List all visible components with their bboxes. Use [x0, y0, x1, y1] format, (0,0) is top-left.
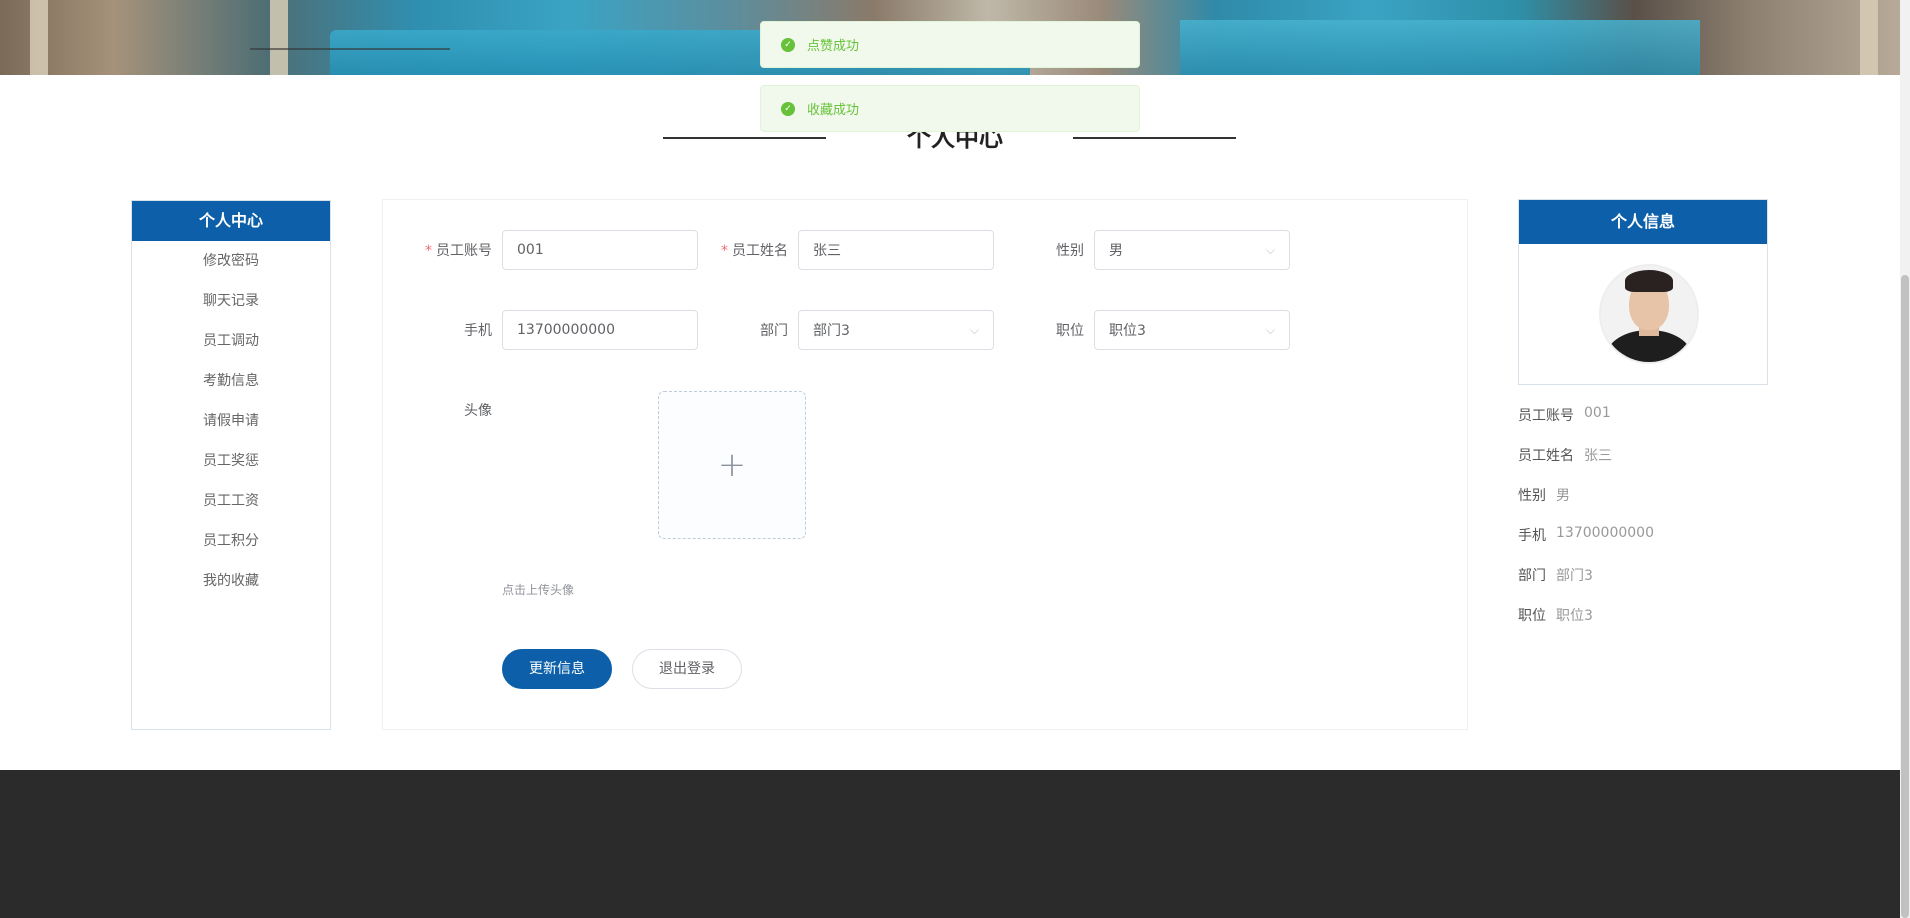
- name-field: * 员工姓名 张三: [716, 230, 994, 270]
- position-select[interactable]: 职位3 ⌵: [1094, 310, 1290, 350]
- page: ✓ 点赞成功 ✓ 收藏成功 个人中心 个人中心 修改密码 聊天记录 员工调动 考…: [0, 0, 1910, 918]
- info-row-phone: 手机 13700000000: [1518, 525, 1654, 545]
- dept-field: 部门 部门3 ⌵: [716, 310, 994, 350]
- banner-column: [1860, 0, 1878, 75]
- info-key: 部门: [1518, 568, 1546, 584]
- account-field: * 员工账号 001: [420, 230, 698, 270]
- dept-select-value: 部门3: [813, 323, 850, 339]
- avatar: [1601, 266, 1697, 362]
- menu-item-change-password[interactable]: 修改密码: [132, 249, 330, 289]
- menu-item-transfer[interactable]: 员工调动: [132, 329, 330, 369]
- check-circle-icon: ✓: [781, 37, 795, 52]
- title-line-left: [663, 137, 826, 139]
- dept-label: 部门: [760, 323, 788, 339]
- info-row-position: 职位 职位3: [1518, 605, 1593, 625]
- phone-field: 手机 13700000000: [420, 310, 698, 350]
- banner-column: [30, 0, 48, 75]
- update-info-button[interactable]: 更新信息: [502, 649, 612, 689]
- info-row-account: 员工账号 001: [1518, 405, 1611, 425]
- info-key: 员工姓名: [1518, 448, 1574, 464]
- menu-item-points[interactable]: 员工积分: [132, 529, 330, 569]
- toast-message: 点赞成功: [807, 39, 860, 54]
- logout-button[interactable]: 退出登录: [632, 649, 742, 689]
- menu-item-chat-history[interactable]: 聊天记录: [132, 289, 330, 329]
- title-line-right: [1073, 137, 1236, 139]
- name-label: * 员工姓名: [721, 243, 788, 259]
- gender-select[interactable]: 男 ⌵: [1094, 230, 1290, 270]
- phone-input[interactable]: 13700000000: [502, 310, 698, 350]
- avatar-label: 头像: [464, 403, 492, 419]
- banner-column: [270, 0, 288, 75]
- left-menu-title: 个人中心: [132, 201, 330, 241]
- info-key: 员工账号: [1518, 408, 1574, 424]
- chevron-down-icon: ⌵: [1265, 242, 1275, 257]
- menu-item-salary[interactable]: 员工工资: [132, 489, 330, 529]
- info-row-name: 员工姓名 张三: [1518, 445, 1612, 465]
- plus-icon: +: [717, 445, 747, 485]
- info-key: 职位: [1518, 608, 1546, 624]
- upload-hint: 点击上传头像: [502, 583, 575, 597]
- info-value: 职位3: [1556, 608, 1593, 624]
- account-label: * 员工账号: [425, 243, 492, 259]
- chevron-down-icon: ⌵: [1265, 322, 1275, 337]
- toast-like-success: ✓ 点赞成功: [760, 21, 1140, 68]
- info-key: 性别: [1518, 488, 1546, 504]
- phone-label: 手机: [464, 323, 492, 339]
- info-panel-title: 个人信息: [1519, 200, 1767, 244]
- toast-message: 收藏成功: [807, 103, 860, 118]
- scrollbar-thumb[interactable]: [1901, 275, 1909, 918]
- check-circle-icon: ✓: [781, 101, 795, 116]
- toast-favorite-success: ✓ 收藏成功: [760, 85, 1140, 132]
- avatar-upload[interactable]: +: [658, 391, 806, 539]
- info-value: 部门3: [1556, 568, 1593, 584]
- info-row-gender: 性别 男: [1518, 485, 1570, 505]
- info-value: 男: [1556, 488, 1570, 504]
- position-field: 职位 职位3 ⌵: [1012, 310, 1290, 350]
- gender-label: 性别: [1056, 243, 1084, 259]
- dept-select[interactable]: 部门3 ⌵: [798, 310, 994, 350]
- chevron-down-icon: ⌵: [969, 322, 979, 337]
- info-key: 手机: [1518, 528, 1546, 544]
- position-label: 职位: [1056, 323, 1084, 339]
- banner-railing: [250, 48, 450, 50]
- footer: [0, 770, 1900, 918]
- position-select-value: 职位3: [1109, 323, 1146, 339]
- account-input[interactable]: 001: [502, 230, 698, 270]
- info-panel: 个人信息: [1518, 199, 1768, 385]
- gender-select-value: 男: [1109, 243, 1123, 259]
- left-menu-list: 修改密码 聊天记录 员工调动 考勤信息 请假申请 员工奖惩 员工工资 员工积分 …: [132, 241, 330, 609]
- banner-pool-right: [1180, 20, 1700, 75]
- menu-item-attendance[interactable]: 考勤信息: [132, 369, 330, 409]
- info-value: 张三: [1584, 448, 1612, 464]
- info-value: 13700000000: [1556, 525, 1654, 541]
- left-menu: 个人中心 修改密码 聊天记录 员工调动 考勤信息 请假申请 员工奖惩 员工工资 …: [131, 200, 331, 730]
- menu-item-rewards[interactable]: 员工奖惩: [132, 449, 330, 489]
- info-row-dept: 部门 部门3: [1518, 565, 1593, 585]
- info-value: 001: [1584, 405, 1611, 421]
- gender-field: 性别 男 ⌵: [1012, 230, 1290, 270]
- name-input[interactable]: 张三: [798, 230, 994, 270]
- avatar-hair: [1625, 270, 1673, 292]
- menu-item-favorites[interactable]: 我的收藏: [132, 569, 330, 609]
- menu-item-leave[interactable]: 请假申请: [132, 409, 330, 449]
- page-scrollbar[interactable]: [1900, 0, 1910, 918]
